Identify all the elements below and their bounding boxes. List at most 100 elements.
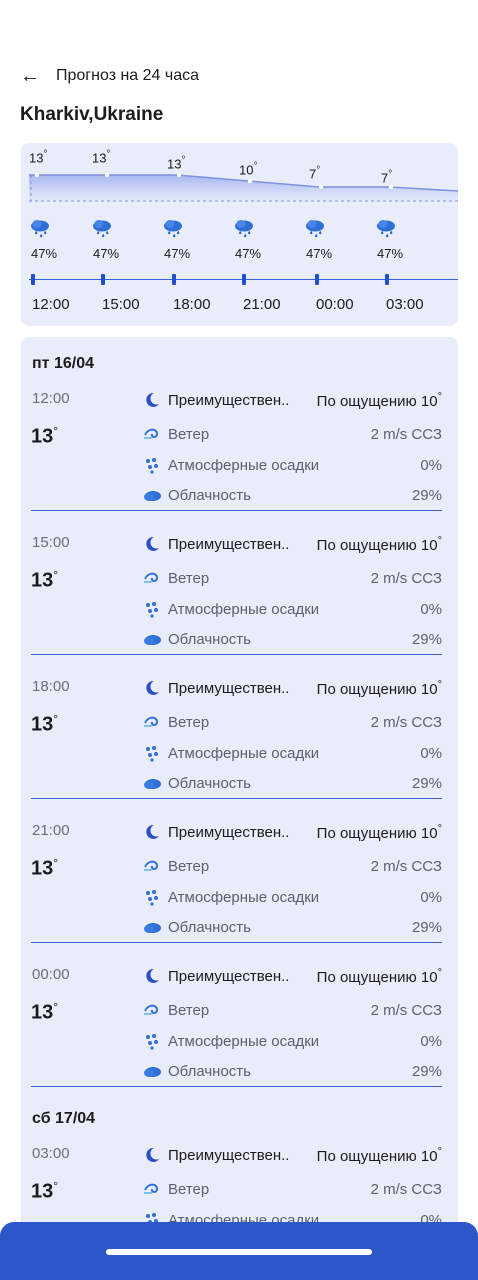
header: ← Прогноз на 24 часа: [20, 62, 458, 90]
temperature-point: [104, 172, 110, 178]
hourly-entry[interactable]: 12:00 13° Преимуществен.. По ощущению 10° Ве…: [21, 390, 458, 534]
cloud-label: Облачность: [168, 774, 251, 792]
temperature-value: 13: [31, 1001, 54, 1024]
wind-value: 2 m/s ССЗ: [370, 425, 442, 443]
time-tick: [385, 274, 389, 285]
hourly-list[interactable]: пт 16/04 12:00 13° Преимуществен.. По ощущен…: [21, 337, 458, 1237]
hourly-entry[interactable]: 21:00 13° Преимуществен.. По ощущению 10° Ве…: [21, 822, 458, 966]
temperature-value: 13: [31, 425, 54, 448]
precip-row: Атмосферные осадки 0%: [141, 887, 442, 907]
cloud-value: 29%: [411, 486, 442, 504]
wind-label: Ветер: [168, 713, 210, 731]
condition-value: По ощущению 10°: [316, 390, 442, 410]
entry-divider: [31, 510, 442, 511]
cloud-icon: [141, 773, 163, 793]
wind-icon: [141, 856, 163, 876]
day-header: сб 17/04: [32, 1110, 96, 1127]
hourly-chart[interactable]: 13° 13° 13° 10° 7° 7° 47% 47% 47% 47% 47% 47% 12:00 1…: [21, 143, 458, 326]
condition-label: Преимуществен..: [168, 391, 290, 409]
time-tick: [242, 274, 246, 285]
cloud-label: Облачность: [168, 1062, 251, 1080]
time-tick: [101, 274, 105, 285]
precipitation-label: 47%: [164, 246, 191, 261]
wind-icon: [141, 424, 163, 444]
entry-time: 12:00: [32, 390, 70, 407]
temperature-point: [176, 172, 182, 178]
degree-symbol: °: [53, 1179, 59, 1193]
precip-value: 0%: [420, 1032, 442, 1050]
raindrops-icon: [141, 743, 163, 763]
degree-symbol: °: [437, 966, 442, 979]
home-indicator[interactable]: [106, 1249, 372, 1255]
condition-label: Преимуществен..: [168, 679, 290, 697]
rain-cloud-icon: [91, 218, 113, 240]
hourly-entry[interactable]: 18:00 13° Преимуществен.. По ощущению 10° Ве…: [21, 678, 458, 822]
temperature-point: [388, 184, 394, 190]
precip-label: Атмосферные осадки: [168, 600, 320, 618]
temperature-point: [34, 172, 40, 178]
entry-temperature: 13°: [31, 1179, 58, 1204]
city-name: Kharkiv,Ukraine: [20, 104, 164, 125]
condition-label: Преимуществен..: [168, 1146, 290, 1164]
temperature-point: [247, 178, 253, 184]
cloud-row: Облачность 29%: [141, 629, 442, 649]
hourly-entry[interactable]: 00:00 13° Преимуществен.. По ощущению 10° Ве…: [21, 966, 458, 1110]
cloud-value: 29%: [411, 774, 442, 792]
time-label: 21:00: [243, 296, 281, 313]
precip-row: Атмосферные осадки 0%: [141, 743, 442, 763]
temperature-point: [318, 184, 324, 190]
hourly-entry[interactable]: 15:00 13° Преимуществен.. По ощущению 10° Ве…: [21, 534, 458, 678]
precip-value: 0%: [420, 456, 442, 474]
precip-row: Атмосферные осадки 0%: [141, 1031, 442, 1051]
cloud-icon: [141, 629, 163, 649]
temperature-label: 10°: [239, 161, 258, 178]
entry-time: 03:00: [32, 1145, 70, 1162]
cloud-value: 29%: [411, 1062, 442, 1080]
entry-divider: [31, 1086, 442, 1087]
cloud-row: Облачность 29%: [141, 773, 442, 793]
precipitation-label: 47%: [235, 246, 262, 261]
precip-label: Атмосферные осадки: [168, 744, 320, 762]
wind-icon: [141, 712, 163, 732]
cloud-icon: [141, 1061, 163, 1081]
time-label: 00:00: [316, 296, 354, 313]
wind-row: Ветер 2 m/s ССЗ: [141, 1179, 442, 1199]
precip-row: Атмосферные осадки 0%: [141, 599, 442, 619]
entry-divider: [31, 942, 442, 943]
condition-label: Преимуществен..: [168, 823, 290, 841]
condition-value: По ощущению 10°: [316, 678, 442, 698]
cloud-value: 29%: [411, 630, 442, 648]
precip-value: 0%: [420, 744, 442, 762]
moon-icon: [141, 966, 163, 986]
entry-time: 00:00: [32, 966, 70, 983]
wind-value: 2 m/s ССЗ: [370, 1001, 442, 1019]
entry-divider: [31, 798, 442, 799]
cloud-icon: [141, 917, 163, 937]
precip-label: Атмосферные осадки: [168, 1032, 320, 1050]
wind-label: Ветер: [168, 857, 210, 875]
raindrops-icon: [141, 1031, 163, 1051]
cloud-row: Облачность 29%: [141, 485, 442, 505]
temperature-value: 13: [31, 857, 54, 880]
temperature-value: 13: [31, 1180, 54, 1203]
raindrops-icon: [141, 599, 163, 619]
moon-icon: [141, 678, 163, 698]
cloud-value: 29%: [411, 918, 442, 936]
entry-time: 21:00: [32, 822, 70, 839]
condition-value: По ощущению 10°: [316, 1145, 442, 1165]
entry-divider: [31, 654, 442, 655]
time-tick: [315, 274, 319, 285]
precip-value: 0%: [420, 888, 442, 906]
wind-row: Ветер 2 m/s ССЗ: [141, 856, 442, 876]
rain-cloud-icon: [29, 218, 51, 240]
temperature-label: 13°: [92, 149, 111, 166]
rain-cloud-icon: [162, 218, 184, 240]
degree-symbol: °: [53, 424, 59, 438]
wind-icon: [141, 1179, 163, 1199]
arrow-left-icon[interactable]: ←: [20, 65, 50, 88]
precipitation-label: 47%: [306, 246, 333, 261]
day-header: пт 16/04: [32, 355, 94, 372]
wind-icon: [141, 1000, 163, 1020]
wind-value: 2 m/s ССЗ: [370, 857, 442, 875]
entry-temperature: 13°: [31, 1000, 58, 1025]
